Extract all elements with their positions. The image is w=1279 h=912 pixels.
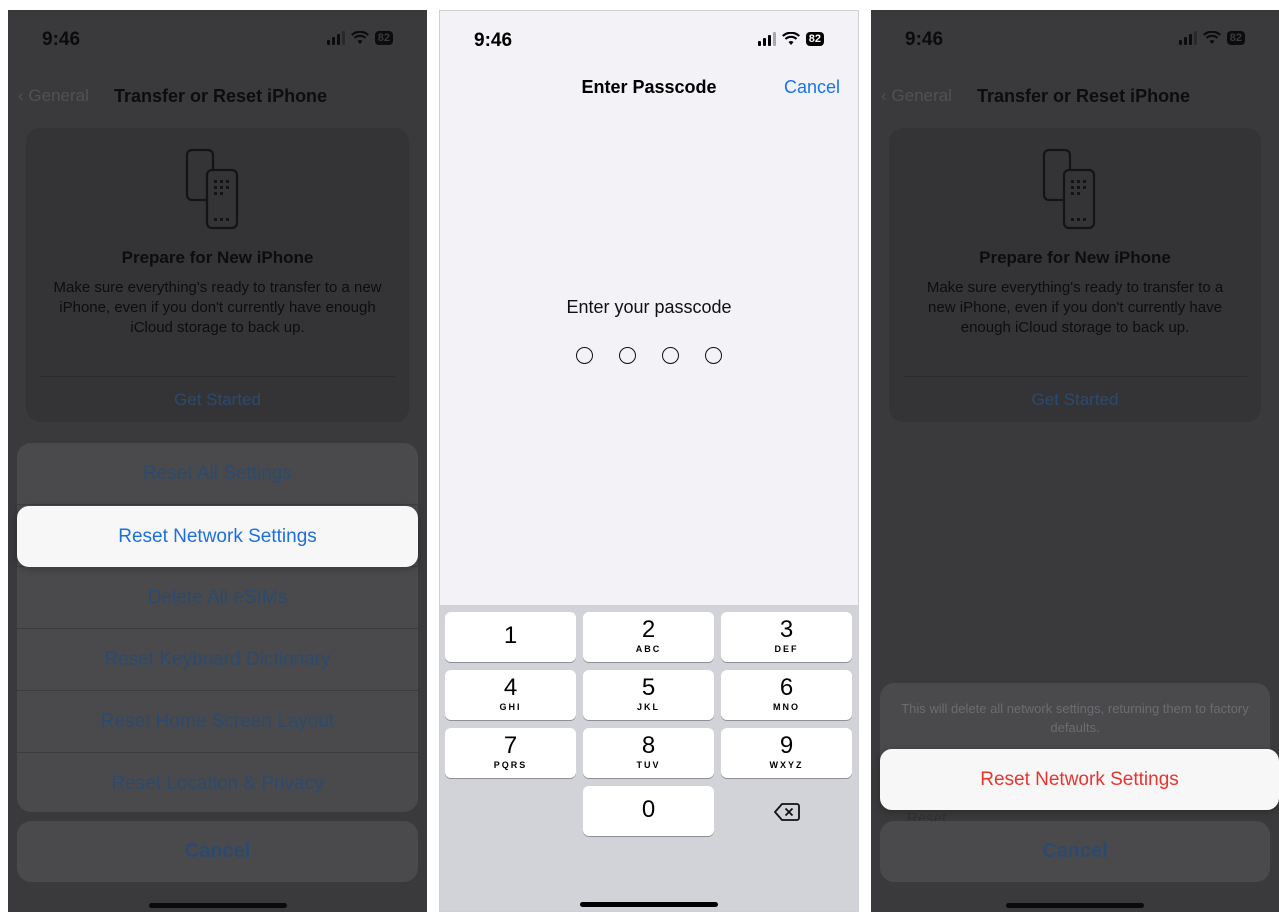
passcode-dot [705, 347, 722, 364]
nav-bar: ‹ General Transfer or Reset iPhone [8, 74, 427, 118]
reset-action-sheet: Reset All Settings Delete All eSIMs Rese… [17, 443, 418, 812]
back-button[interactable]: ‹ General [881, 86, 952, 106]
key-5[interactable]: 5 JKL [583, 670, 714, 720]
wifi-icon [781, 32, 800, 45]
right-phone-screen: 9:46 82 ‹ General Transfer or Reset iPho… [871, 10, 1279, 912]
home-indicator [148, 903, 287, 908]
key-letters: GHI [499, 702, 522, 712]
delete-all-esims-option[interactable]: Delete All eSIMs [17, 567, 418, 629]
delete-backspace-icon [773, 803, 800, 822]
page-title: Transfer or Reset iPhone [977, 86, 1191, 106]
cellular-signal-icon [1178, 31, 1197, 45]
passcode-dots [440, 347, 858, 364]
key-digit: 1 [503, 622, 518, 649]
status-bar: 9:46 82 [8, 27, 427, 55]
wifi-icon [1202, 31, 1221, 44]
key-7[interactable]: 7 PQRS [445, 728, 576, 778]
key-digit: 8 [641, 732, 656, 759]
passcode-prompt: Enter your passcode [566, 297, 732, 317]
cellular-signal-icon [757, 32, 776, 46]
key-digit: 4 [503, 674, 518, 701]
key-digit: 2 [641, 616, 656, 643]
key-letters: TUV [636, 760, 661, 770]
reset-keyboard-dictionary-option[interactable]: Reset Keyboard Dictionary [17, 629, 418, 691]
key-digit: 9 [779, 732, 794, 759]
confirm-message: This will delete all network settings, r… [901, 701, 1249, 735]
prepare-card: Prepare for New iPhone Make sure everyth… [889, 128, 1261, 422]
back-label: General [891, 86, 952, 105]
nav-bar: ‹ General Transfer or Reset iPhone [871, 74, 1279, 118]
status-time: 9:46 [42, 29, 81, 50]
home-indicator [1006, 903, 1144, 908]
battery-icon: 82 [1226, 31, 1245, 45]
back-label: General [28, 86, 89, 105]
key-letters: ABC [635, 644, 662, 654]
divider [903, 376, 1247, 377]
key-2[interactable]: 2 ABC [583, 612, 714, 662]
back-button[interactable]: ‹ General [18, 86, 89, 106]
middle-phone-screen: 9:46 82 Enter Passcode Cancel Enter your… [439, 10, 859, 912]
key-digit: 7 [503, 732, 518, 759]
key-letters: MNO [773, 702, 800, 712]
status-icons: 82 [1178, 31, 1245, 45]
cancel-button[interactable]: Cancel [880, 821, 1270, 882]
key-6[interactable]: 6 MNO [721, 670, 852, 720]
key-8[interactable]: 8 TUV [583, 728, 714, 778]
reset-network-settings-option[interactable]: Reset Network Settings [17, 506, 418, 567]
confirm-reset-network-button[interactable]: Reset Network Settings [880, 749, 1279, 810]
reset-location-privacy-option[interactable]: Reset Location & Privacy [17, 753, 418, 812]
card-description: Make sure everything's ready to transfer… [926, 279, 1224, 336]
key-3[interactable]: 3 DEF [721, 612, 852, 662]
battery-icon: 82 [805, 32, 824, 46]
key-letters: DEF [774, 644, 799, 654]
status-bar: 9:46 82 [440, 28, 858, 56]
status-time: 9:46 [474, 30, 513, 51]
key-digit: 3 [779, 616, 794, 643]
key-digit: 5 [641, 674, 656, 701]
key-letters: WXYZ [769, 760, 804, 770]
reset-home-screen-layout-option[interactable]: Reset Home Screen Layout [17, 691, 418, 753]
key-digit: 0 [641, 796, 656, 823]
transfer-phones-icon [1042, 148, 1096, 230]
home-indicator [580, 902, 718, 907]
key-digit: 6 [779, 674, 794, 701]
page-title: Transfer or Reset iPhone [114, 86, 328, 106]
numeric-keypad: 1 2 ABC 3 DEF 4 GHI 5 JKL 6 MNO 7 PQRS 8 TUV 9W… [440, 605, 858, 911]
prepare-card: Prepare for New iPhone Make sure everyth… [26, 128, 409, 422]
get-started-button[interactable]: Get Started [889, 390, 1261, 410]
divider [40, 376, 395, 377]
key-0[interactable]: 0 [583, 786, 714, 836]
passcode-dot [662, 347, 679, 364]
wifi-icon [350, 31, 369, 44]
passcode-dot [576, 347, 593, 364]
card-description: Make sure everything's ready to transfer… [53, 279, 382, 336]
cancel-button[interactable]: Cancel [17, 821, 418, 882]
status-bar: 9:46 82 [871, 27, 1279, 55]
get-started-button[interactable]: Get Started [26, 390, 409, 410]
card-title: Prepare for New iPhone [121, 248, 314, 267]
cellular-signal-icon [326, 31, 345, 45]
card-title: Prepare for New iPhone [979, 248, 1171, 267]
delete-key[interactable] [721, 786, 852, 836]
cancel-link[interactable]: Cancel [784, 77, 840, 98]
reset-all-settings-option[interactable]: Reset All Settings [17, 443, 418, 505]
passcode-dot [619, 347, 636, 364]
key-letters: PQRS [493, 760, 528, 770]
battery-icon: 82 [374, 31, 393, 45]
key-1[interactable]: 1 [445, 612, 576, 662]
status-time: 9:46 [905, 29, 944, 50]
status-icons: 82 [326, 31, 393, 45]
key-letters: JKL [636, 702, 660, 712]
key-4[interactable]: 4 GHI [445, 670, 576, 720]
status-icons: 82 [757, 32, 824, 46]
left-phone-screen: 9:46 82 ‹ General Transfer or Reset iPho… [8, 10, 427, 912]
transfer-phones-icon [185, 148, 238, 230]
key-9[interactable]: 9 WXYZ [721, 728, 852, 778]
